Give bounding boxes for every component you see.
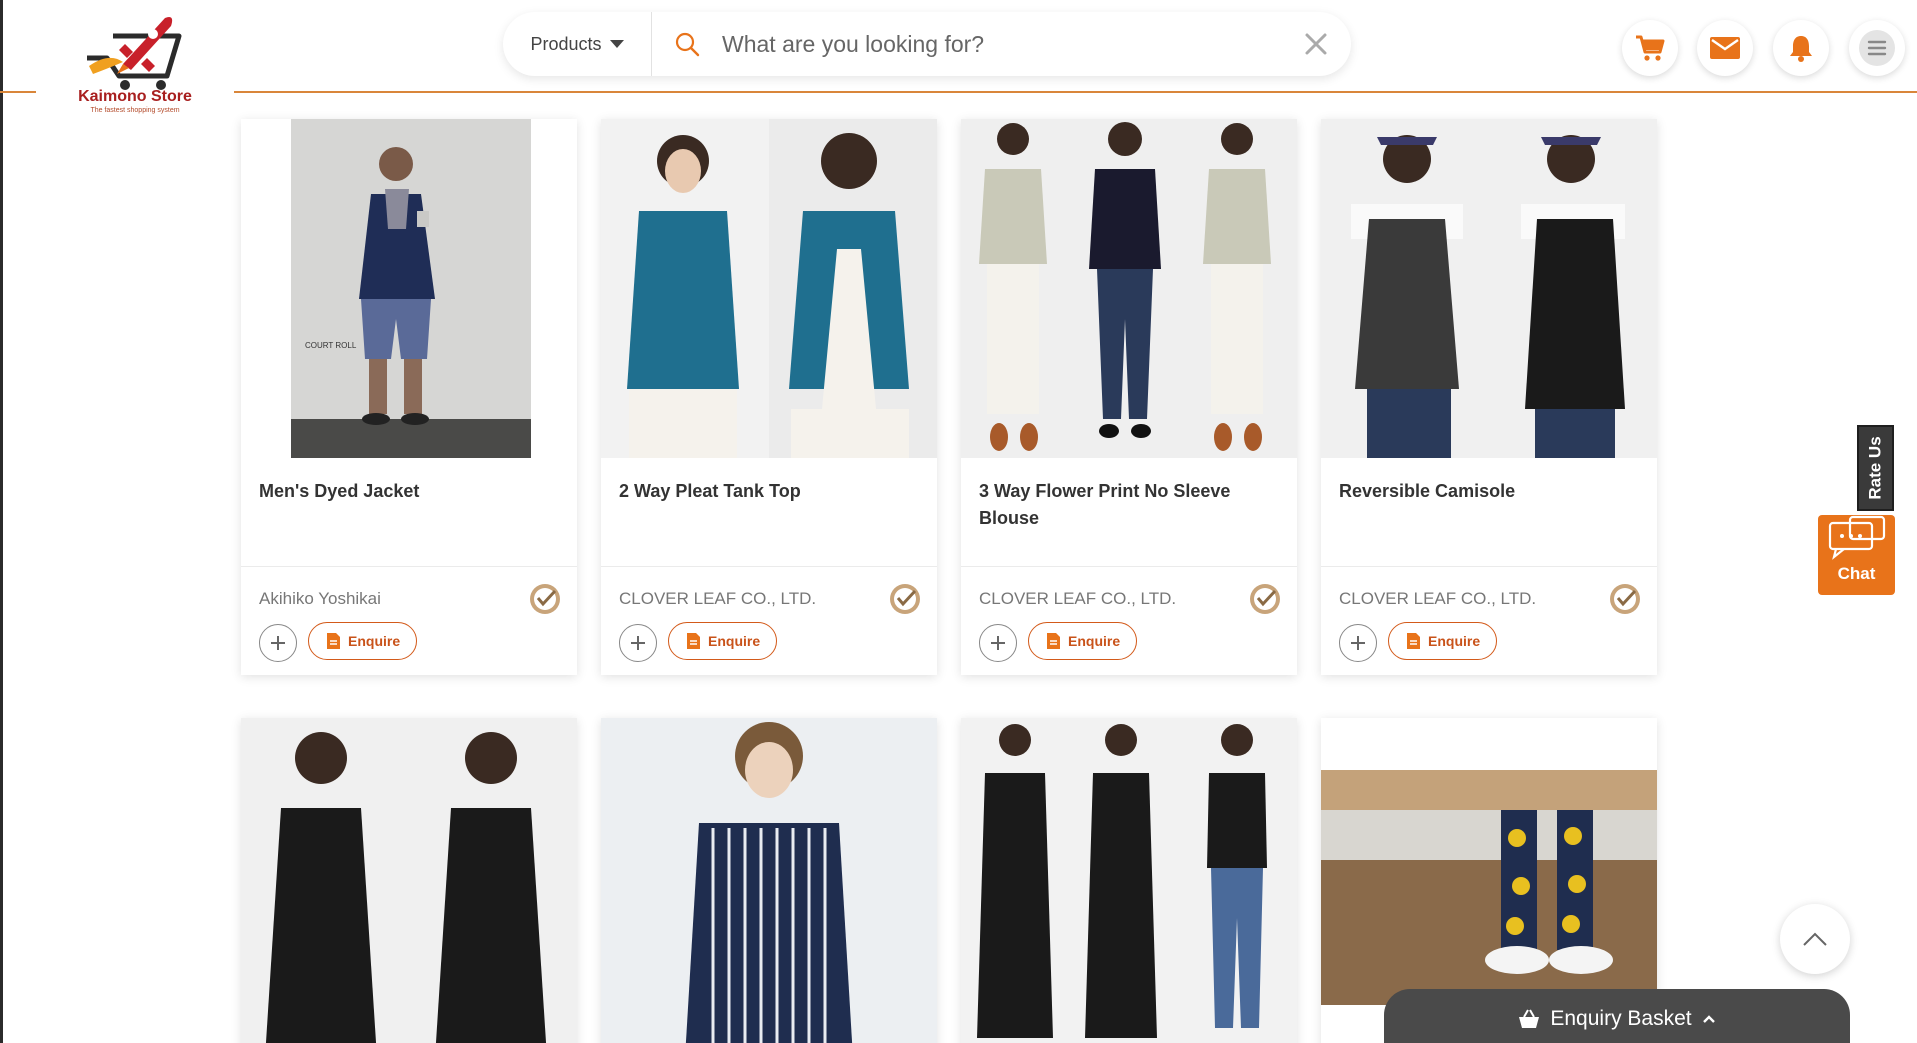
notifications-button[interactable] [1773, 20, 1829, 76]
product-image[interactable] [601, 718, 937, 1043]
product-title[interactable]: 3 Way Flower Print No Sleeve Blouse [961, 478, 1297, 546]
enquire-label: Enquire [1428, 633, 1481, 649]
product-title[interactable]: Men's Dyed Jacket [241, 478, 577, 546]
supplier-name[interactable]: Akihiko Yoshikai [259, 589, 381, 609]
basket-icon [1519, 1009, 1540, 1028]
product-image[interactable] [1321, 119, 1657, 458]
card-divider [601, 566, 937, 567]
add-to-basket-button[interactable] [619, 624, 657, 662]
court-roll-label: COURT ROLL [305, 341, 357, 350]
plus-icon [1351, 636, 1365, 650]
close-icon[interactable] [1281, 32, 1351, 56]
product-image[interactable] [961, 718, 1297, 1043]
rocket-cart-icon [87, 17, 182, 90]
enquiry-basket-bar[interactable]: Enquiry Basket [1384, 989, 1850, 1043]
chevron-up-icon [1803, 932, 1827, 946]
plus-icon [631, 636, 645, 650]
add-to-basket-button[interactable] [259, 624, 297, 662]
chevron-up-icon [1702, 1015, 1715, 1023]
cart-button[interactable] [1622, 20, 1678, 76]
header-divider [234, 91, 1917, 93]
verified-badge-icon [530, 584, 560, 614]
chat-bubble-icon [1828, 515, 1885, 560]
product-image[interactable] [241, 718, 577, 1043]
enquire-button[interactable]: Enquire [668, 622, 778, 660]
enquire-button[interactable]: Enquire [1028, 622, 1138, 660]
product-image[interactable] [601, 119, 937, 458]
plus-icon [991, 636, 1005, 650]
window-edge [0, 0, 3, 1043]
verified-badge-icon [1250, 584, 1280, 614]
product-title[interactable]: Reversible Camisole [1321, 478, 1657, 546]
add-to-basket-button[interactable] [1339, 624, 1377, 662]
header-divider [0, 91, 36, 93]
scroll-to-top-button[interactable] [1780, 904, 1850, 974]
document-icon [1407, 633, 1420, 649]
mail-icon [1710, 37, 1740, 59]
product-card[interactable]: 3 Way Flower Print No Sleeve Blouse CLOV… [961, 119, 1297, 675]
card-divider [961, 566, 1297, 567]
category-dropdown[interactable]: Products [503, 12, 651, 76]
product-image[interactable]: COURT ROLL [241, 119, 577, 458]
search-input[interactable] [722, 14, 1281, 74]
menu-button[interactable] [1849, 20, 1905, 76]
plus-icon [271, 636, 285, 650]
verified-badge-icon [1610, 584, 1640, 614]
document-icon [1047, 633, 1060, 649]
enquire-label: Enquire [348, 633, 401, 649]
search-bar: Products [503, 12, 1351, 76]
card-divider [1321, 566, 1657, 567]
supplier-name[interactable]: CLOVER LEAF CO., LTD. [619, 589, 816, 609]
supplier-name[interactable]: CLOVER LEAF CO., LTD. [979, 589, 1176, 609]
enquire-label: Enquire [1068, 633, 1121, 649]
bell-icon [1790, 36, 1812, 62]
product-card[interactable] [601, 718, 937, 1043]
store-name: Kaimono Store [78, 88, 192, 105]
product-listing-page: Kaimono Store The fastest shopping syste… [0, 0, 1917, 1043]
store-tagline: The fastest shopping system [90, 107, 180, 114]
product-card[interactable]: Reversible Camisole CLOVER LEAF CO., LTD… [1321, 119, 1657, 675]
enquire-label: Enquire [708, 633, 761, 649]
document-icon [327, 633, 340, 649]
verified-badge-icon [890, 584, 920, 614]
rate-us-label: Rate Us [1865, 436, 1885, 500]
rate-us-tab[interactable]: Rate Us [1857, 425, 1894, 511]
product-title[interactable]: 2 Way Pleat Tank Top [601, 478, 937, 546]
product-card[interactable] [961, 718, 1297, 1043]
store-logo[interactable]: Kaimono Store The fastest shopping syste… [36, 8, 234, 120]
product-card[interactable]: 2 Way Pleat Tank Top CLOVER LEAF CO., LT… [601, 119, 937, 675]
enquire-button[interactable]: Enquire [1388, 622, 1498, 660]
caret-down-icon [609, 40, 624, 48]
basket-label: Enquiry Basket [1550, 1007, 1692, 1030]
card-divider [241, 566, 577, 567]
supplier-name[interactable]: CLOVER LEAF CO., LTD. [1339, 589, 1536, 609]
product-card[interactable]: COURT ROLL Men's Dyed Jacket Akihiko Yos… [241, 119, 577, 675]
enquire-button[interactable]: Enquire [308, 622, 418, 660]
hamburger-icon [1859, 30, 1895, 66]
search-icon[interactable] [652, 31, 722, 57]
document-icon [687, 633, 700, 649]
add-to-basket-button[interactable] [979, 624, 1017, 662]
chat-button[interactable]: Chat [1818, 515, 1895, 595]
product-image[interactable] [961, 119, 1297, 458]
chat-label: Chat [1837, 564, 1876, 583]
category-label: Products [530, 33, 602, 54]
product-card[interactable] [241, 718, 577, 1043]
messages-button[interactable] [1697, 20, 1753, 76]
cart-icon [1636, 35, 1665, 61]
